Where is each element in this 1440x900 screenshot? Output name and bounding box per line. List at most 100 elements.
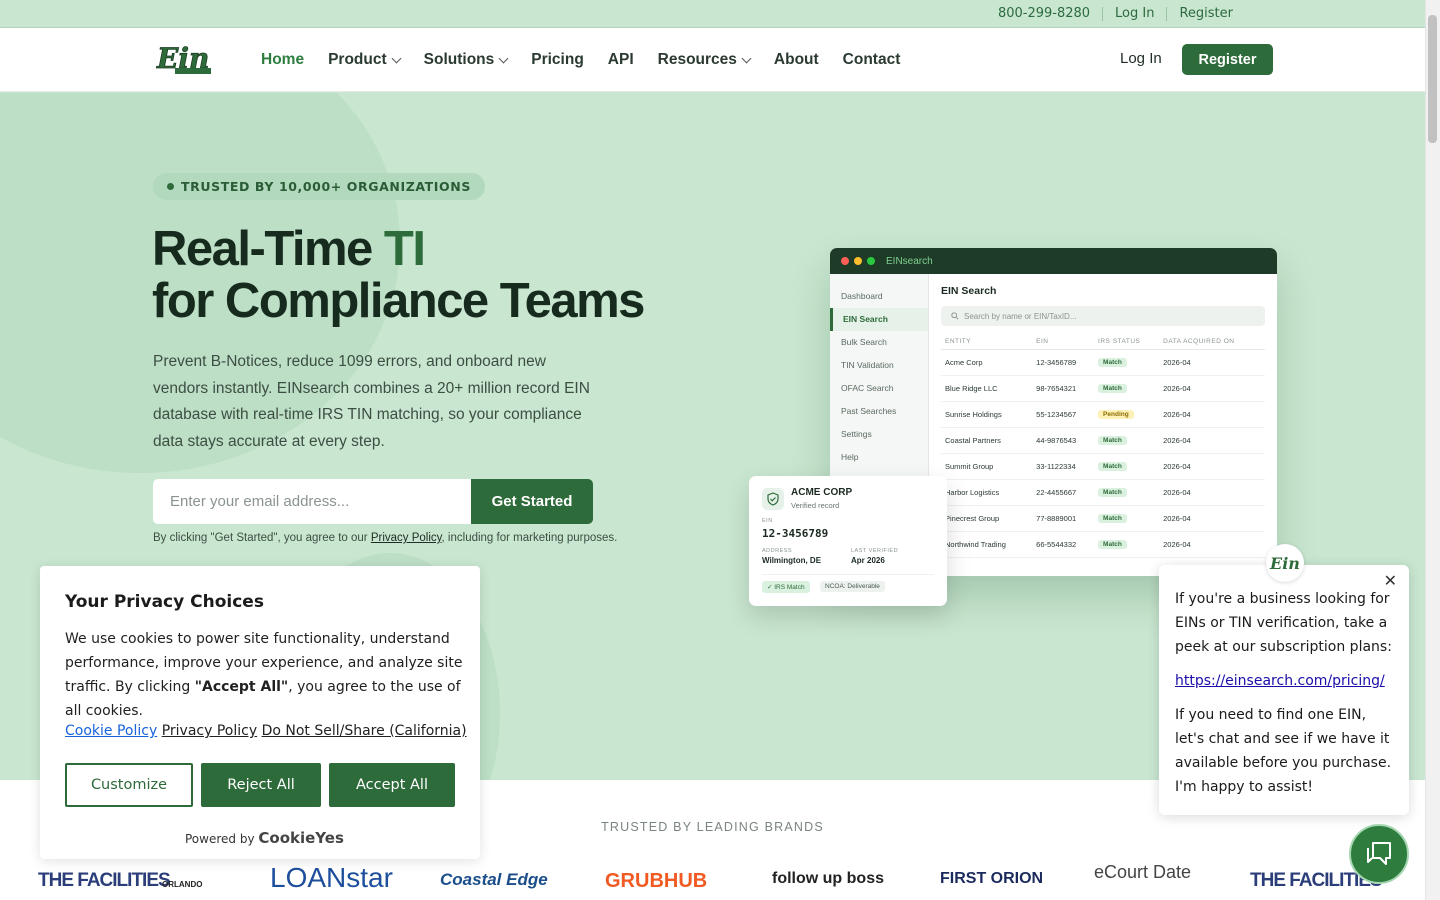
nav-home[interactable]: Home bbox=[261, 51, 304, 69]
accept-all-button[interactable]: Accept All bbox=[329, 763, 455, 807]
entity-cell: Northwind Trading bbox=[941, 531, 1033, 558]
email-input[interactable]: Enter your email address... bbox=[153, 479, 471, 524]
irs-match-tag: ✓ IRS Match bbox=[762, 581, 810, 593]
pricing-link[interactable]: https://einsearch.com/pricing/ bbox=[1175, 673, 1385, 689]
table-row: Summit Group 33-1122334 Match 2026-04 bbox=[941, 453, 1265, 480]
cookie-policy-link[interactable]: Cookie Policy bbox=[65, 723, 157, 739]
sidebar-item-tin-validation: TIN Validation bbox=[841, 360, 894, 370]
status-cell: Match bbox=[1094, 427, 1160, 454]
divider bbox=[762, 574, 934, 575]
last-verified-value: Apr 2026 bbox=[851, 556, 885, 565]
nav-pricing[interactable]: Pricing bbox=[531, 51, 584, 69]
brand-logo: FIRST ORION bbox=[940, 870, 1044, 887]
nav-solutions[interactable]: Solutions bbox=[424, 51, 509, 69]
table-row: Sunrise Holdings 55-1234567 Pending 2026-04 bbox=[941, 401, 1265, 428]
table-row: Pinecrest Group 77-8889001 Match 2026-04 bbox=[941, 505, 1265, 532]
brand-logo: Coastal Edge bbox=[440, 870, 548, 889]
chevron-down-icon bbox=[391, 53, 402, 63]
brand-logo: LOANstar bbox=[270, 862, 393, 893]
table-row: Coastal Partners 44-9876543 Match 2026-04 bbox=[941, 427, 1265, 454]
nav-api[interactable]: API bbox=[608, 51, 634, 69]
entity-cell: Coastal Partners bbox=[941, 427, 1033, 454]
minimize-dot-icon bbox=[854, 257, 862, 265]
cookie-links: Cookie Policy Privacy Policy Do Not Sell… bbox=[65, 723, 467, 739]
trust-badge: TRUSTED BY 10,000+ ORGANIZATIONS bbox=[153, 173, 485, 200]
status-cell: Match bbox=[1094, 479, 1160, 506]
nav-resources[interactable]: Resources bbox=[657, 51, 752, 69]
cookieyes-logo: CookieYes bbox=[258, 829, 344, 847]
column-header: IRS STATUS bbox=[1094, 335, 1160, 350]
table-row: Acme Corp 12-3456789 Match 2026-04 bbox=[941, 349, 1265, 376]
table-row: Northwind Trading 66-5544332 Match 2026-04 bbox=[941, 531, 1265, 558]
chat-message: If you're a business looking for EINs or… bbox=[1175, 587, 1397, 799]
record-name: ACME CORP bbox=[791, 487, 853, 498]
status-badge: Match bbox=[1098, 462, 1127, 471]
status-badge: Match bbox=[1098, 488, 1127, 497]
nav-about[interactable]: About bbox=[774, 51, 819, 69]
powered-by: Powered by CookieYes bbox=[185, 829, 344, 847]
date-cell: 2026-04 bbox=[1159, 427, 1265, 454]
sidebar-item-settings: Settings bbox=[841, 429, 872, 439]
column-header: ENTITY bbox=[941, 335, 1033, 350]
hero-title-accent: TI bbox=[383, 222, 426, 276]
chat-avatar: Ein bbox=[1266, 544, 1304, 582]
customize-button[interactable]: Customize bbox=[65, 763, 193, 807]
entity-cell: Sunrise Holdings bbox=[941, 401, 1033, 428]
status-badge: Match bbox=[1098, 384, 1127, 393]
nav-about-label: About bbox=[773, 51, 819, 68]
results-table: ENTITY EIN IRS STATUS DATA ACQUIRED ON A… bbox=[941, 335, 1265, 558]
login-link[interactable]: Log In bbox=[1120, 50, 1162, 67]
status-badge: Match bbox=[1098, 358, 1127, 367]
do-not-sell-link[interactable]: Do Not Sell/Share (California) bbox=[262, 723, 467, 739]
hero-title-part: Real-Time bbox=[152, 222, 384, 276]
last-verified-label: LAST VERIFIED bbox=[851, 548, 899, 554]
hero-subtitle: Prevent B-Notices, reduce 1099 errors, a… bbox=[153, 353, 590, 450]
primary-menu: Home Product Solutions Pricing API Resou… bbox=[261, 28, 924, 92]
brand-logo: THE FACILITIES bbox=[38, 870, 171, 891]
sidebar-item-dashboard: Dashboard bbox=[841, 291, 883, 301]
ein-cell: 77-8889001 bbox=[1032, 505, 1095, 532]
nav-contact[interactable]: Contact bbox=[843, 51, 901, 69]
status-cell: Match bbox=[1094, 349, 1160, 376]
chat-launcher-button[interactable] bbox=[1349, 824, 1409, 884]
cookie-body: We use cookies to power site functionali… bbox=[65, 627, 465, 723]
table-row: Blue Ridge LLC 98-7654321 Match 2026-04 bbox=[941, 375, 1265, 402]
status-badge: Match bbox=[1098, 514, 1127, 523]
topbar-login-link[interactable]: Log In bbox=[1102, 6, 1166, 21]
sidebar-item-help: Help bbox=[841, 452, 859, 462]
get-started-button[interactable]: Get Started bbox=[471, 479, 593, 524]
scrollbar-thumb[interactable] bbox=[1428, 15, 1437, 143]
reject-all-button[interactable]: Reject All bbox=[201, 763, 321, 807]
ein-logo-icon[interactable]: Ein bbox=[155, 40, 215, 80]
date-cell: 2026-04 bbox=[1159, 479, 1265, 506]
nav-product[interactable]: Product bbox=[328, 51, 402, 69]
sidebar-item-past-searches: Past Searches bbox=[841, 406, 897, 416]
record-card: ACME CORP Verified record EIN 12-3456789… bbox=[749, 476, 947, 606]
hero-title-line2: for Compliance Teams bbox=[152, 274, 645, 328]
window-title: EINsearch bbox=[886, 255, 933, 267]
topbar-register-link[interactable]: Register bbox=[1166, 6, 1245, 21]
register-button[interactable]: Register bbox=[1182, 44, 1273, 75]
signup-form: Enter your email address... Get Started bbox=[153, 479, 593, 524]
date-cell: 2026-04 bbox=[1159, 531, 1265, 558]
nav-resources-label: Resources bbox=[657, 51, 737, 68]
brand-logo: follow up boss bbox=[772, 870, 884, 887]
status-cell: Match bbox=[1094, 375, 1160, 402]
status-badge: Match bbox=[1098, 436, 1127, 445]
privacy-policy-link[interactable]: Privacy Policy bbox=[371, 532, 442, 544]
chevron-down-icon bbox=[741, 53, 752, 63]
entity-cell: Harbor Logistics bbox=[941, 479, 1033, 506]
privacy-policy-link[interactable]: Privacy Policy bbox=[162, 723, 257, 739]
chat-popup: ✕ If you're a business looking for EINs … bbox=[1159, 565, 1409, 815]
brand-logo: ORLANDO bbox=[162, 880, 203, 889]
status-badge: Match bbox=[1098, 540, 1127, 549]
maximize-dot-icon bbox=[867, 257, 875, 265]
app-heading: EIN Search bbox=[941, 285, 997, 297]
terms-text: By clicking "Get Started", you agree to … bbox=[153, 532, 617, 544]
date-cell: 2026-04 bbox=[1159, 401, 1265, 428]
phone-link[interactable]: 800-299-8280 bbox=[986, 6, 1102, 21]
utility-bar: 800-299-8280 Log In Register bbox=[0, 0, 1425, 28]
cookie-body-bold: "Accept All" bbox=[194, 679, 289, 695]
brand-strip: THE FACILITIES ORLANDO LOANstar Coastal … bbox=[0, 862, 1425, 900]
app-main: EIN Search Search by name or EIN/TaxID..… bbox=[941, 274, 1265, 558]
